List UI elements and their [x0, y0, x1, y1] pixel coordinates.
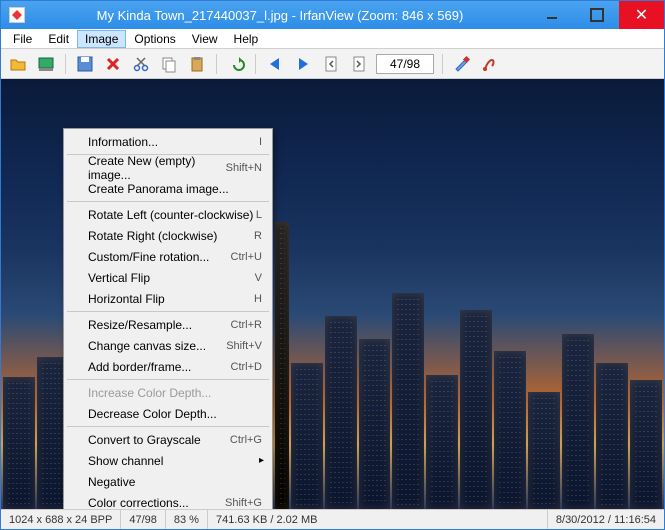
maximize-button[interactable]: [574, 1, 619, 29]
status-datetime: 8/30/2012 / 11:16:54: [548, 510, 664, 529]
delete-icon[interactable]: [102, 53, 124, 75]
image-menu-dropdown: Information...I Create New (empty) image.…: [63, 128, 273, 509]
menu-item-label: Rotate Right (clockwise): [88, 229, 254, 243]
menu-item[interactable]: Color corrections...Shift+G: [66, 492, 270, 509]
menu-item[interactable]: Change canvas size...Shift+V: [66, 335, 270, 356]
paste-icon[interactable]: [186, 53, 208, 75]
menu-file[interactable]: File: [5, 30, 40, 48]
menu-item-label: Negative: [88, 475, 262, 489]
status-zoom: 83 %: [166, 510, 208, 529]
menu-edit[interactable]: Edit: [40, 30, 77, 48]
menu-item-label: Increase Color Depth...: [88, 386, 262, 400]
submenu-arrow-icon: ▸: [259, 455, 264, 466]
menu-item[interactable]: Decrease Color Depth...: [66, 403, 270, 424]
app-icon: [9, 7, 25, 23]
menu-item-shortcut: Ctrl+U: [231, 251, 262, 263]
menu-item[interactable]: Add border/frame...Ctrl+D: [66, 356, 270, 377]
menu-image[interactable]: Image: [77, 30, 126, 48]
menu-options[interactable]: Options: [126, 30, 183, 48]
menu-item-label: Custom/Fine rotation...: [88, 250, 231, 264]
menu-item-shortcut: R: [254, 230, 262, 242]
menu-item-label: Decrease Color Depth...: [88, 407, 262, 421]
next-page-icon[interactable]: [348, 53, 370, 75]
menu-item[interactable]: Create New (empty) image...Shift+N: [66, 157, 270, 178]
menu-item[interactable]: Rotate Right (clockwise)R: [66, 225, 270, 246]
menu-item-label: Change canvas size...: [88, 339, 226, 353]
window-title: My Kinda Town_217440037_l.jpg - IrfanVie…: [31, 8, 529, 23]
statusbar: 1024 x 688 x 24 BPP 47/98 83 % 741.63 KB…: [1, 509, 664, 529]
menu-item-shortcut: L: [256, 209, 262, 221]
status-filesize: 741.63 KB / 2.02 MB: [208, 510, 548, 529]
menu-item-label: Information...: [88, 135, 259, 149]
menu-item-shortcut: I: [259, 136, 262, 148]
status-index: 47/98: [121, 510, 166, 529]
save-icon[interactable]: [74, 53, 96, 75]
menu-item-shortcut: Shift+N: [226, 162, 262, 174]
toolbar: 47/98: [1, 49, 664, 79]
menu-item-label: Show channel: [88, 454, 262, 468]
open-icon[interactable]: [7, 53, 29, 75]
app-window: My Kinda Town_217440037_l.jpg - IrfanVie…: [0, 0, 665, 530]
menu-item[interactable]: Convert to GrayscaleCtrl+G: [66, 429, 270, 450]
menu-item-label: Add border/frame...: [88, 360, 231, 374]
menu-item-shortcut: Ctrl+G: [230, 434, 262, 446]
menu-item-label: Rotate Left (counter-clockwise): [88, 208, 256, 222]
menu-item[interactable]: Resize/Resample...Ctrl+R: [66, 314, 270, 335]
menu-item-shortcut: Ctrl+D: [231, 361, 262, 373]
menu-item[interactable]: Rotate Left (counter-clockwise)L: [66, 204, 270, 225]
menu-item[interactable]: Negative: [66, 471, 270, 492]
menu-item-shortcut: Ctrl+R: [231, 319, 262, 331]
prev-icon[interactable]: [264, 53, 286, 75]
menu-item-label: Horizontal Flip: [88, 292, 254, 306]
settings-icon[interactable]: [451, 53, 473, 75]
menu-item-shortcut: H: [254, 293, 262, 305]
close-button[interactable]: [619, 1, 664, 29]
status-dimensions: 1024 x 688 x 24 BPP: [1, 510, 121, 529]
menu-item-shortcut: Shift+G: [225, 497, 262, 509]
prev-page-icon[interactable]: [320, 53, 342, 75]
menu-item-label: Color corrections...: [88, 496, 225, 510]
menu-item-label: Convert to Grayscale: [88, 433, 230, 447]
minimize-button[interactable]: [529, 1, 574, 29]
menu-item-shortcut: Shift+V: [226, 340, 262, 352]
menu-item-shortcut: V: [255, 272, 262, 284]
menubar: File Edit Image Options View Help: [1, 29, 664, 49]
image-counter[interactable]: 47/98: [376, 54, 434, 74]
next-icon[interactable]: [292, 53, 314, 75]
copy-icon[interactable]: [158, 53, 180, 75]
menu-view[interactable]: View: [184, 30, 226, 48]
cut-icon[interactable]: [130, 53, 152, 75]
slideshow-icon[interactable]: [35, 53, 57, 75]
menu-item-label: Create Panorama image...: [88, 182, 262, 196]
twain-icon[interactable]: [479, 53, 501, 75]
menu-item-label: Resize/Resample...: [88, 318, 231, 332]
menu-item[interactable]: Show channel▸: [66, 450, 270, 471]
menu-item[interactable]: Horizontal FlipH: [66, 288, 270, 309]
menu-item[interactable]: Vertical FlipV: [66, 267, 270, 288]
menu-item: Increase Color Depth...: [66, 382, 270, 403]
menu-item[interactable]: Custom/Fine rotation...Ctrl+U: [66, 246, 270, 267]
menu-item[interactable]: Information...I: [66, 131, 270, 152]
undo-icon[interactable]: [225, 53, 247, 75]
image-viewport[interactable]: Information...I Create New (empty) image.…: [1, 79, 664, 509]
titlebar[interactable]: My Kinda Town_217440037_l.jpg - IrfanVie…: [1, 1, 664, 29]
menu-item-label: Vertical Flip: [88, 271, 255, 285]
menu-item[interactable]: Create Panorama image...: [66, 178, 270, 199]
menu-help[interactable]: Help: [226, 30, 267, 48]
